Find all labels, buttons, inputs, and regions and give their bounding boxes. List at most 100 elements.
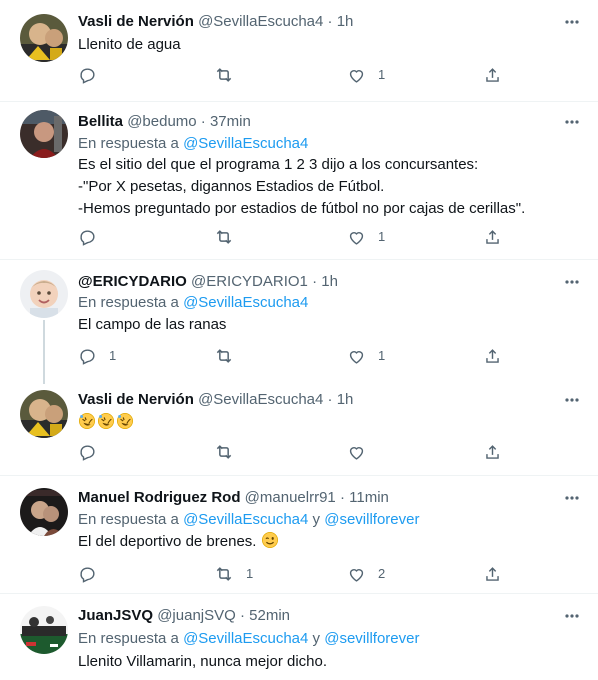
retweet-icon	[216, 230, 232, 244]
user-handle[interactable]: @manuelrr91	[245, 489, 336, 506]
like-button[interactable]: 1	[347, 65, 385, 85]
display-name[interactable]: Bellita	[78, 113, 123, 130]
user-handle[interactable]: @juanjSVQ	[157, 607, 236, 624]
action-bar	[78, 442, 578, 462]
reply-button[interactable]: 1	[78, 346, 116, 366]
share-icon	[486, 67, 499, 82]
rolling-on-the-floor-laughing-icon	[78, 412, 96, 430]
mention-link[interactable]: @SevillaEscucha4	[183, 294, 308, 311]
mention-link[interactable]: @SevillaEscucha4	[183, 135, 308, 152]
retweet-icon	[216, 567, 232, 581]
tweet[interactable]: @ERICYDARIO @ERICYDARIO1 · 1h En respues…	[0, 260, 598, 384]
tweet-text-line-1: Es el sitio del que el programa 1 2 3 di…	[78, 156, 479, 173]
share-button[interactable]	[483, 227, 502, 247]
like-icon	[349, 446, 364, 460]
retweet-button[interactable]: 1	[214, 564, 253, 584]
like-button[interactable]: 1	[347, 227, 385, 247]
timestamp[interactable]: 52min	[249, 607, 290, 624]
user-handle[interactable]: @SevillaEscucha4	[198, 391, 323, 408]
reply-button[interactable]	[78, 564, 109, 584]
tweet-header: JuanJSVQ @juanjSVQ · 52min	[78, 606, 290, 626]
reply-button[interactable]	[78, 65, 109, 85]
mention-link[interactable]: @SevillaEscucha4	[183, 511, 308, 528]
display-name[interactable]: @ERICYDARIO	[78, 273, 187, 290]
tweet[interactable]: Vasli de Nervión @SevillaEscucha4 · 1h L…	[0, 0, 598, 102]
more-icon[interactable]	[562, 390, 582, 410]
tweet[interactable]: Manuel Rodriguez Rod @manuelrr91 · 11min…	[0, 476, 598, 594]
action-bar: 1 1	[78, 346, 578, 366]
display-name[interactable]: Vasli de Nervión	[78, 13, 194, 30]
tweet[interactable]: Bellita @bedumo · 37min En respuesta a @…	[0, 102, 598, 260]
reply-context: En respuesta a @SevillaEscucha4 y @sevil…	[78, 510, 419, 530]
retweet-button[interactable]	[214, 65, 246, 85]
like-icon	[349, 350, 364, 364]
reply-conjunction: y	[312, 511, 321, 528]
avatar[interactable]	[20, 14, 68, 62]
separator-dot: ·	[312, 273, 318, 290]
winking-face-icon	[261, 531, 278, 549]
reply-prefix: En respuesta a	[78, 511, 179, 528]
reply-count: 1	[109, 348, 117, 363]
retweet-button[interactable]	[214, 227, 246, 247]
avatar[interactable]	[20, 110, 68, 158]
share-icon	[486, 229, 499, 244]
display-name[interactable]: Vasli de Nervión	[78, 391, 194, 408]
tweet-header: Bellita @bedumo · 37min	[78, 112, 251, 132]
reply-icon	[80, 566, 95, 583]
reply-prefix: En respuesta a	[78, 135, 179, 152]
timestamp[interactable]: 1h	[337, 391, 354, 408]
timestamp[interactable]: 1h	[337, 13, 354, 30]
like-button[interactable]	[347, 442, 378, 462]
more-icon[interactable]	[562, 272, 582, 292]
like-button[interactable]: 1	[347, 346, 385, 366]
share-button[interactable]	[483, 564, 502, 584]
reply-button[interactable]	[78, 227, 109, 247]
share-icon	[486, 444, 499, 459]
tweet-text	[78, 412, 135, 434]
mention-link[interactable]: @SevillaEscucha4	[183, 630, 308, 647]
avatar[interactable]	[20, 270, 68, 318]
more-icon[interactable]	[562, 12, 582, 32]
user-handle[interactable]: @ERICYDARIO1	[191, 273, 308, 290]
timestamp[interactable]: 37min	[210, 113, 251, 130]
retweet-icon	[216, 445, 232, 459]
reply-icon	[80, 444, 95, 461]
tweet-text: Llenito Villamarin, nunca mejor dicho.	[78, 653, 328, 670]
retweet-button[interactable]	[214, 442, 246, 462]
user-handle[interactable]: @bedumo	[127, 113, 196, 130]
share-button[interactable]	[483, 65, 502, 85]
like-count: 2	[378, 566, 386, 581]
avatar[interactable]	[20, 390, 68, 438]
reply-prefix: En respuesta a	[78, 630, 179, 647]
share-button[interactable]	[483, 442, 502, 462]
timestamp[interactable]: 1h	[321, 273, 338, 290]
tweet[interactable]: JuanJSVQ @juanjSVQ · 52min En respuesta …	[0, 594, 598, 680]
more-icon[interactable]	[562, 606, 582, 626]
display-name[interactable]: JuanJSVQ	[78, 607, 153, 624]
tweet-text-line-2: -"Por X pesetas, digannos Estadios de Fú…	[78, 178, 385, 195]
tweet[interactable]: Vasli de Nervión @SevillaEscucha4 · 1h	[0, 378, 598, 476]
more-icon[interactable]	[562, 488, 582, 508]
share-button[interactable]	[483, 346, 502, 366]
mention-link[interactable]: @sevillforever	[324, 630, 419, 647]
share-icon	[486, 566, 499, 581]
tweet-header: Vasli de Nervión @SevillaEscucha4 · 1h	[78, 390, 353, 410]
thread-line	[43, 320, 45, 384]
tweet-header: @ERICYDARIO @ERICYDARIO1 · 1h	[78, 272, 338, 292]
action-bar: 1	[78, 65, 578, 85]
avatar[interactable]	[20, 606, 68, 654]
tweet-text: Llenito de agua	[78, 36, 181, 53]
mention-link[interactable]: @sevillforever	[324, 511, 419, 528]
timestamp[interactable]: 11min	[349, 489, 389, 506]
user-handle[interactable]: @SevillaEscucha4	[198, 13, 323, 30]
more-icon[interactable]	[562, 112, 582, 132]
display-name[interactable]: Manuel Rodriguez Rod	[78, 489, 241, 506]
tweet-text: El del deportivo de brenes.	[78, 531, 280, 553]
like-button[interactable]: 2	[347, 564, 385, 584]
tweet-header: Vasli de Nervión @SevillaEscucha4 · 1h	[78, 12, 353, 32]
action-bar: 1	[78, 227, 578, 247]
retweet-icon	[216, 349, 232, 363]
reply-button[interactable]	[78, 442, 109, 462]
retweet-button[interactable]	[214, 346, 246, 366]
avatar[interactable]	[20, 488, 68, 536]
